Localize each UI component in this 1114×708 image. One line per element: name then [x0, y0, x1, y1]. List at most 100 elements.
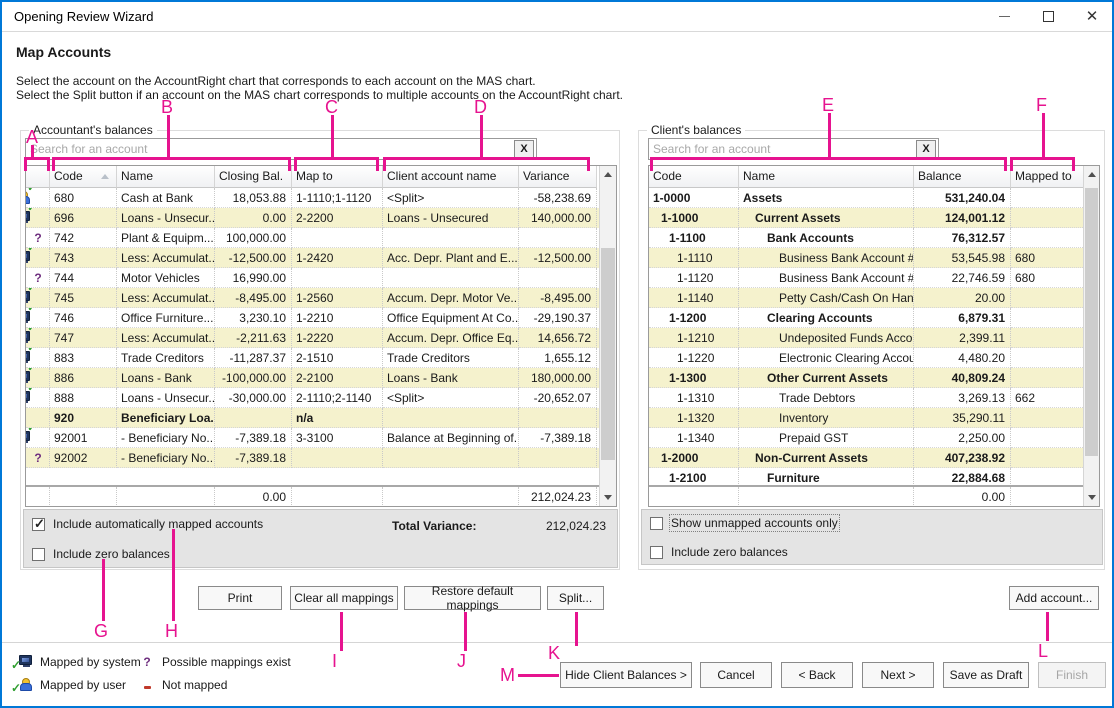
annotation-letter-k: K: [548, 644, 560, 662]
accountants-table-row[interactable]: ✓888Loans - Unsecur...-30,000.002-1110;2…: [26, 388, 616, 408]
left-include-zero-checkbox[interactable]: [32, 548, 45, 561]
clients-table-row[interactable]: 1-1100Bank Accounts76,312.57: [649, 228, 1099, 248]
include-auto-mapped-checkbox[interactable]: [32, 518, 45, 531]
clients-table-row[interactable]: 1-1340Prepaid GST2,250.00: [649, 428, 1099, 448]
clients-table-row[interactable]: 1-1110Business Bank Account #153,545.986…: [649, 248, 1099, 268]
variance-cell: -8,495.00: [519, 288, 597, 308]
split-button[interactable]: Split...: [547, 586, 604, 610]
scroll-down-button[interactable]: [600, 489, 616, 506]
maximize-button[interactable]: [1028, 2, 1068, 31]
left-search-input[interactable]: [30, 141, 510, 157]
right-include-zero-checkbox[interactable]: [650, 546, 663, 559]
clients-table-row[interactable]: 1-0000Assets531,240.04: [649, 188, 1099, 208]
clients-table-totals-row: 0.00: [649, 485, 1099, 506]
scrollbar-thumb[interactable]: [1085, 188, 1098, 456]
mapped_to-cell: 680: [1011, 268, 1085, 288]
finish-button[interactable]: Finish: [1038, 662, 1106, 688]
accountants-table-row[interactable]: ?92002- Beneficiary No...-7,389.18: [26, 448, 616, 468]
clients-table-row[interactable]: 1-1140Petty Cash/Cash On Hand20.00: [649, 288, 1099, 308]
map_to-cell: 3-3100: [292, 428, 383, 448]
accountants-table-row[interactable]: ✓745Less: Accumulat...-8,495.001-2560Acc…: [26, 288, 616, 308]
accountants-table: CodeNameClosing Bal.Map toClient account…: [25, 165, 617, 507]
scroll-down-button[interactable]: [1084, 489, 1099, 506]
clear-all-mappings-button[interactable]: Clear all mappings: [290, 586, 398, 610]
clients-table-row[interactable]: 1-1200Clearing Accounts6,879.31: [649, 308, 1099, 328]
code-cell: 92001: [50, 428, 117, 448]
show-unmapped-row[interactable]: Show unmapped accounts only: [650, 516, 838, 530]
minimize-button[interactable]: [984, 2, 1024, 31]
save-as-draft-button[interactable]: Save as Draft: [943, 662, 1029, 688]
status-cell: ✓: [26, 208, 50, 228]
mapped_to-cell: [1011, 288, 1085, 308]
add-account-button[interactable]: Add account...: [1009, 586, 1099, 610]
scrollbar-thumb[interactable]: [601, 248, 615, 460]
name-cell: - Beneficiary No...: [117, 448, 215, 468]
accountants-table-row[interactable]: ✓747Less: Accumulat...-2,211.631-2220Acc…: [26, 328, 616, 348]
print-button[interactable]: Print: [198, 586, 282, 610]
client_account-cell: <Split>: [383, 188, 519, 208]
right-table-scrollbar[interactable]: [1083, 166, 1099, 506]
accountants-table-row[interactable]: ?742Plant & Equipm...100,000.00: [26, 228, 616, 248]
right-search-input[interactable]: [653, 141, 912, 157]
variance-cell: [519, 268, 597, 288]
restore-default-mappings-button[interactable]: Restore default mappings: [404, 586, 541, 610]
left-include-zero-row[interactable]: Include zero balances: [32, 547, 170, 561]
variance-cell: -29,190.37: [519, 308, 597, 328]
clients-table-row[interactable]: 1-1000Current Assets124,001.12: [649, 208, 1099, 228]
closing_bal-cell: -2,211.63: [215, 328, 292, 348]
left-search-clear-button[interactable]: X: [514, 140, 534, 158]
variance-cell: [519, 228, 597, 248]
accountants-table-row[interactable]: ✓883Trade Creditors-11,287.372-1510Trade…: [26, 348, 616, 368]
clients-table-row[interactable]: 1-1120Business Bank Account #222,746.596…: [649, 268, 1099, 288]
accountants-table-row[interactable]: ?744Motor Vehicles16,990.00: [26, 268, 616, 288]
code-cell: 742: [50, 228, 117, 248]
accountants-balances-label: Accountant's balances: [29, 123, 157, 137]
code-cell: 1-1120: [649, 268, 739, 288]
next-button[interactable]: Next >: [862, 662, 934, 688]
name-cell: Less: Accumulat...: [117, 328, 215, 348]
client_account-cell: [383, 268, 519, 288]
clients-table-row[interactable]: 1-1220Electronic Clearing Accou...4,480.…: [649, 348, 1099, 368]
right-include-zero-row[interactable]: Include zero balances: [650, 545, 788, 559]
back-button[interactable]: < Back: [781, 662, 853, 688]
annotation-letter-d: D: [474, 98, 487, 116]
mapped_to-cell: [1011, 448, 1085, 468]
right-search-clear-button[interactable]: X: [916, 140, 936, 158]
status-cell: ✓: [26, 188, 50, 208]
maximize-icon: [1043, 11, 1054, 22]
clients-table-row[interactable]: 1-1310Trade Debtors3,269.13662: [649, 388, 1099, 408]
accountants-table-row[interactable]: ✓746Office Furniture...3,230.101-2210Off…: [26, 308, 616, 328]
accountants-table-row[interactable]: ✓696Loans - Unsecur...0.002-2200Loans - …: [26, 208, 616, 228]
name-cell: Electronic Clearing Accou...: [739, 348, 914, 368]
accountants-table-row[interactable]: 920Beneficiary Loa...n/a: [26, 408, 616, 428]
cancel-button[interactable]: Cancel: [700, 662, 772, 688]
include-auto-mapped-row[interactable]: Include automatically mapped accounts: [32, 517, 263, 531]
closing_bal-cell: 100,000.00: [215, 228, 292, 248]
client_account-cell: Trade Creditors: [383, 348, 519, 368]
question-mark-icon: ?: [138, 655, 156, 669]
left-table-scrollbar[interactable]: [599, 166, 616, 506]
scroll-up-button[interactable]: [1084, 166, 1099, 183]
annotation-letter-e: E: [822, 96, 834, 114]
accountants-table-row[interactable]: ✓886Loans - Bank-100,000.002-2100Loans -…: [26, 368, 616, 388]
hide-client-balances-button[interactable]: Hide Client Balances >: [560, 662, 692, 688]
clients-table-row[interactable]: 1-2000Non-Current Assets407,238.92: [649, 448, 1099, 468]
totals-spacer: [26, 487, 50, 507]
close-button[interactable]: ✕: [1072, 2, 1112, 31]
map_to-cell: 2-2100: [292, 368, 383, 388]
clients-balances-label: Client's balances: [647, 123, 745, 137]
scroll-down-icon: [604, 495, 612, 500]
status-cell: ✓: [26, 248, 50, 268]
code-cell: 1-1110: [649, 248, 739, 268]
clients-table-row[interactable]: 1-1300Other Current Assets40,809.24: [649, 368, 1099, 388]
accountants-table-row[interactable]: ✓680Cash at Bank18,053.881-1110;1-1120<S…: [26, 188, 616, 208]
clients-table-row[interactable]: 1-1320Inventory35,290.11: [649, 408, 1099, 428]
show-unmapped-checkbox[interactable]: [650, 517, 663, 530]
map_to-cell: 1-2560: [292, 288, 383, 308]
name-cell: Beneficiary Loa...: [117, 408, 215, 428]
scroll-up-button[interactable]: [600, 166, 616, 183]
clients-table-row[interactable]: 1-1210Undeposited Funds Acco...2,399.11: [649, 328, 1099, 348]
accountants-table-row[interactable]: ✓92001- Beneficiary No...-7,389.183-3100…: [26, 428, 616, 448]
name-cell: Office Furniture...: [117, 308, 215, 328]
accountants-table-row[interactable]: ✓743Less: Accumulat...-12,500.001-2420Ac…: [26, 248, 616, 268]
